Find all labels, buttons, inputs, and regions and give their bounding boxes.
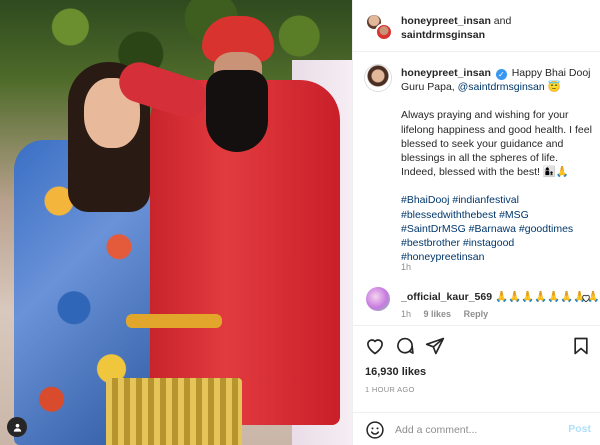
- caption-time: 1h: [401, 262, 412, 272]
- comment-username[interactable]: _official_kaur_569: [401, 291, 492, 303]
- caption-username[interactable]: honeypreet_insan: [401, 67, 491, 79]
- comment-icon[interactable]: [395, 336, 415, 356]
- caption-body: Always praying and wishing for your life…: [401, 109, 592, 179]
- verified-badge-icon: ✓: [495, 69, 507, 80]
- avatar[interactable]: [365, 65, 391, 91]
- caption-text: honeypreet_insan ✓ Happy Bhai Dooj Guru …: [401, 66, 593, 264]
- post-comment-button[interactable]: Post: [568, 423, 591, 435]
- caption-greeting-emoji: 😇: [547, 81, 561, 94]
- collab-usernames: honeypreet_insan and saintdrmsginsan: [401, 14, 511, 42]
- photo-table: [106, 378, 242, 445]
- comment-likes[interactable]: 9 likes: [424, 309, 452, 319]
- add-comment-bar: Post: [353, 412, 600, 445]
- photo-beard: [206, 70, 268, 152]
- comment-reply[interactable]: Reply: [464, 309, 489, 319]
- post-actions: 16,930 likes 1 HOUR AGO Post: [353, 325, 600, 445]
- comment-time: 1h: [401, 309, 412, 319]
- comment-meta: 1h 9 likes Reply: [401, 309, 498, 319]
- bookmark-icon[interactable]: [571, 336, 591, 356]
- header-username-1[interactable]: honeypreet_insan: [401, 15, 491, 27]
- caption-mention[interactable]: @saintdrmsginsan: [458, 81, 545, 93]
- caption-hashtags[interactable]: #BhaiDooj #indianfestival #blessedwithth…: [401, 193, 593, 264]
- header-username-2[interactable]: saintdrmsginsan: [401, 29, 485, 41]
- avatar: [375, 23, 393, 41]
- photo-lamp: [126, 314, 222, 328]
- header-and: and: [493, 15, 512, 27]
- comment-input[interactable]: [395, 421, 555, 439]
- collab-avatars[interactable]: [365, 13, 393, 41]
- smiley-icon[interactable]: [365, 420, 385, 440]
- heart-icon[interactable]: [365, 336, 385, 356]
- comment-heart-icon[interactable]: [581, 293, 591, 303]
- likes-count[interactable]: 16,930 likes: [365, 366, 426, 378]
- post-photo[interactable]: [0, 0, 352, 445]
- user-tag-icon[interactable]: [7, 417, 27, 437]
- paper-plane-icon[interactable]: [425, 336, 445, 356]
- comment-row: _official_kaur_569 🙏🙏🙏🙏🙏🙏🙏🙏 1h 9 likes R…: [353, 283, 600, 325]
- avatar[interactable]: [366, 287, 390, 311]
- post-side-panel: honeypreet_insan and saintdrmsginsan hon…: [352, 0, 600, 445]
- post-timestamp[interactable]: 1 HOUR AGO: [365, 385, 415, 394]
- comment-text: _official_kaur_569 🙏🙏🙏🙏🙏🙏🙏🙏: [401, 290, 600, 303]
- post-header: honeypreet_insan and saintdrmsginsan: [353, 0, 600, 52]
